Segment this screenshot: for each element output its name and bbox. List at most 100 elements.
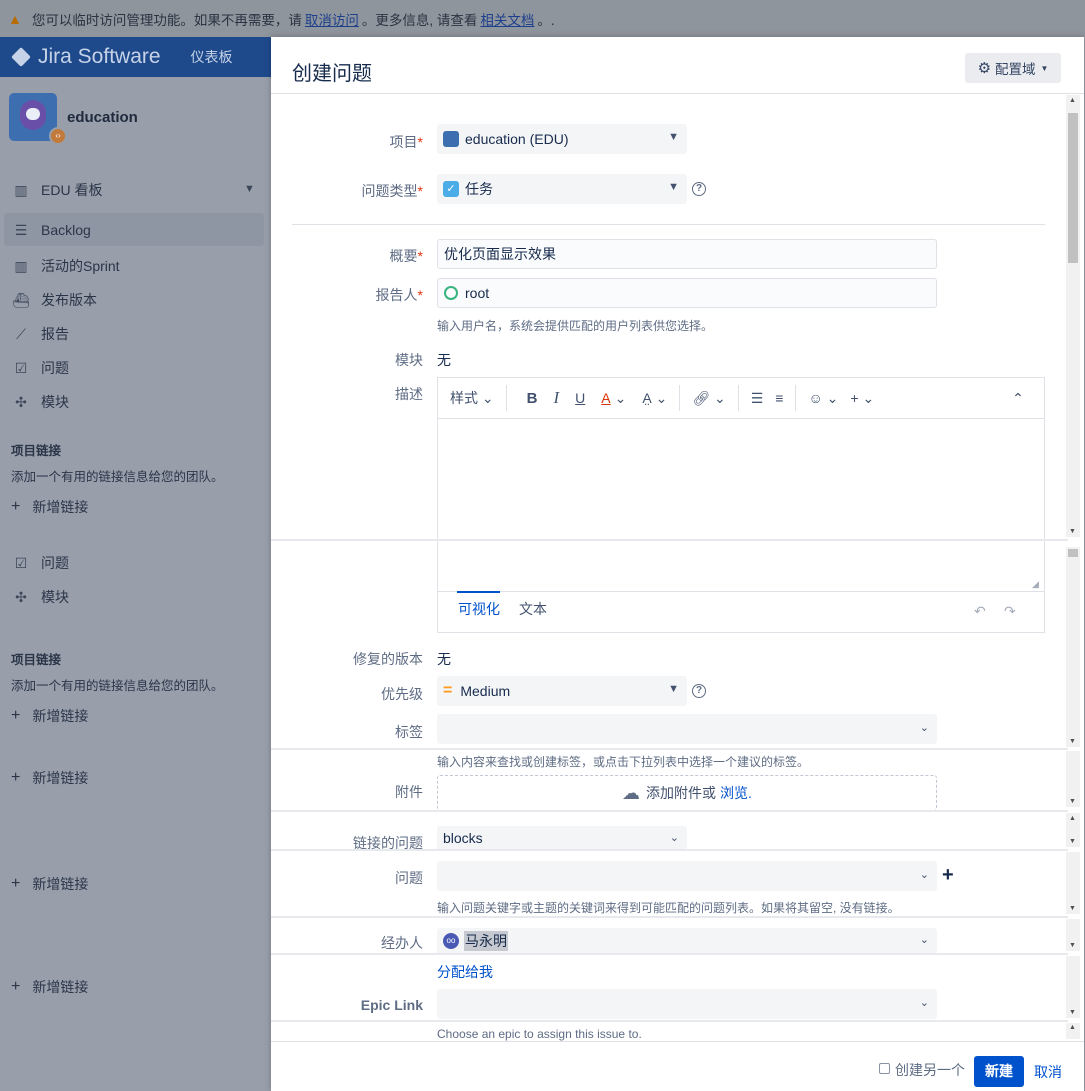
- issue-type-select[interactable]: ✓ 任务 ▼: [437, 174, 687, 204]
- task-checkbox-icon: ✓: [443, 181, 459, 197]
- add-link-button[interactable]: + 新增链接: [11, 768, 88, 788]
- scrollbar-thumb[interactable]: [1068, 549, 1078, 557]
- project-header[interactable]: ‹› education: [9, 93, 138, 145]
- add-link-button[interactable]: + 新增链接: [11, 977, 88, 997]
- scrollbar[interactable]: ▲: [1066, 1023, 1080, 1039]
- summary-input[interactable]: 优化页面显示效果: [437, 239, 937, 269]
- cancel-button[interactable]: 取消: [1034, 1062, 1062, 1082]
- sidebar-item-issues[interactable]: ☑ 问题: [12, 358, 69, 378]
- component-label: 模块: [395, 352, 423, 368]
- underline-button[interactable]: U: [575, 390, 585, 406]
- sidebar-item-label: EDU 看板: [41, 182, 103, 198]
- scroll-up-icon[interactable]: ▲: [1069, 97, 1076, 104]
- configure-fields-button[interactable]: ⚙ 配置域 ▼: [965, 53, 1061, 83]
- create-another-checkbox[interactable]: [879, 1063, 890, 1074]
- priority-select[interactable]: = Medium ▼: [437, 676, 687, 706]
- sidebar-item-components-dup[interactable]: ✣ 模块: [12, 587, 69, 607]
- scroll-up-icon[interactable]: ▲: [1069, 815, 1076, 822]
- sidebar-item-active-sprint[interactable]: ▥ 活动的Sprint: [12, 256, 119, 276]
- reporter-input[interactable]: root: [437, 278, 937, 308]
- scrollbar[interactable]: ▼: [1066, 751, 1080, 807]
- project-links-heading: 项目链接: [11, 653, 62, 667]
- bullet-list-icon[interactable]: ☰: [751, 390, 764, 407]
- insert-more-icon[interactable]: + ⌄: [850, 390, 874, 407]
- sidebar-item-components[interactable]: ✣ 模块: [12, 392, 69, 412]
- sidebar-item-board[interactable]: ▥ EDU 看板: [12, 180, 102, 200]
- scrollbar[interactable]: ▼: [1066, 852, 1080, 914]
- epic-link-select[interactable]: ⌄: [437, 989, 937, 1019]
- emoji-icon[interactable]: ☺ ⌄: [808, 390, 838, 407]
- redo-icon[interactable]: ↷: [1004, 603, 1016, 620]
- create-button[interactable]: 新建: [974, 1056, 1024, 1087]
- add-link-button[interactable]: + 新增链接: [11, 706, 88, 726]
- text-format-icon[interactable]: A̤ ⌄: [642, 390, 667, 407]
- sidebar-item-reports[interactable]: ⟋ 报告: [12, 324, 69, 344]
- scrollbar[interactable]: ▲ ▼: [1066, 95, 1080, 537]
- attachment-dropzone[interactable]: ☁ 添加附件或 浏览.: [437, 775, 937, 811]
- backlog-icon: ☰: [14, 222, 28, 238]
- help-icon[interactable]: ?: [692, 684, 706, 698]
- cancel-access-link[interactable]: 取消访问: [305, 9, 359, 29]
- undo-icon[interactable]: ↶: [974, 603, 986, 620]
- fix-version-value[interactable]: 无: [437, 649, 451, 669]
- docs-link[interactable]: 相关文档: [480, 9, 534, 29]
- issue-type-value: 任务: [465, 181, 493, 197]
- epic-link-hint: Choose an epic to assign this issue to.: [437, 1027, 642, 1041]
- scrollbar-thumb[interactable]: [1068, 113, 1078, 263]
- add-link-label: 新增链接: [32, 770, 89, 786]
- labels-select[interactable]: ⌄: [437, 714, 937, 744]
- upload-cloud-icon: ☁: [622, 782, 641, 803]
- scroll-down-icon[interactable]: ▼: [1069, 1009, 1076, 1016]
- bold-button[interactable]: B: [527, 390, 538, 407]
- tab-text[interactable]: 文本: [519, 599, 547, 619]
- project-select[interactable]: education (EDU) ▼: [437, 124, 687, 154]
- collapse-toolbar-icon[interactable]: ⌃: [1012, 390, 1024, 407]
- attachment-text: 添加附件或: [646, 785, 717, 801]
- fix-version-label: 修复的版本: [353, 651, 423, 667]
- scrollbar[interactable]: ▼: [1066, 547, 1080, 747]
- project-name: education: [67, 108, 138, 126]
- tab-visual[interactable]: 可视化: [458, 599, 500, 619]
- scrollbar[interactable]: ▼: [1066, 919, 1080, 951]
- numbered-list-icon[interactable]: ≡: [775, 390, 783, 406]
- sidebar-item-backlog[interactable]: ☰ Backlog: [12, 222, 91, 238]
- assignee-label: 经办人: [381, 935, 423, 951]
- style-dropdown[interactable]: 样式 ⌄: [450, 388, 494, 408]
- scroll-down-icon[interactable]: ▼: [1069, 528, 1076, 535]
- jira-logo[interactable]: Jira Software: [11, 45, 161, 69]
- add-link-button[interactable]: + 新增链接: [11, 497, 88, 517]
- issues-icon: ☑: [14, 360, 28, 376]
- scroll-down-icon[interactable]: ▼: [1069, 798, 1076, 805]
- scrollbar[interactable]: ▼: [1066, 956, 1080, 1018]
- description-label: 描述: [395, 386, 423, 402]
- sidebar-item-label: 问题: [41, 555, 69, 571]
- issue-select[interactable]: ⌄: [437, 861, 937, 891]
- add-issue-link-icon[interactable]: +: [942, 864, 954, 887]
- scroll-down-icon[interactable]: ▼: [1069, 738, 1076, 745]
- link-icon[interactable]: 🔗︎ ⌄: [692, 390, 725, 407]
- create-another-label[interactable]: 创建另一个: [895, 1060, 965, 1080]
- scroll-up-icon[interactable]: ▲: [1069, 1024, 1076, 1031]
- sidebar-item-label: 模块: [41, 394, 69, 410]
- resize-grip-icon[interactable]: ◢: [1032, 579, 1039, 590]
- assign-to-me-link[interactable]: 分配给我: [437, 962, 493, 982]
- component-value[interactable]: 无: [437, 350, 451, 370]
- scroll-down-icon[interactable]: ▼: [1069, 838, 1076, 845]
- add-link-button[interactable]: + 新增链接: [11, 874, 88, 894]
- text-color-button[interactable]: A: [601, 390, 610, 406]
- link-type-select[interactable]: blocks ⌄: [437, 826, 687, 850]
- dialog-title: 创建问题: [292, 63, 372, 85]
- dashboard-menu[interactable]: 仪表板: [191, 47, 233, 67]
- sidebar-item-issues-dup[interactable]: ☑ 问题: [12, 553, 69, 573]
- scroll-down-icon[interactable]: ▼: [1069, 942, 1076, 949]
- assignee-select[interactable]: oo 马永明 ⌄: [437, 928, 937, 954]
- chevron-down-icon[interactable]: ⌄: [615, 390, 627, 407]
- description-editor[interactable]: 样式 ⌄ B I U A ⌄ A̤ ⌄ 🔗︎ ⌄ ☰ ≡ ☺ ⌄ + ⌄ ⌃: [437, 377, 1045, 577]
- browse-link[interactable]: 浏览.: [720, 783, 752, 803]
- italic-button[interactable]: I: [553, 388, 559, 408]
- scrollbar[interactable]: ▲ ▼: [1066, 813, 1080, 847]
- sidebar-item-releases[interactable]: ⛴ 发布版本: [12, 290, 97, 310]
- scroll-down-icon[interactable]: ▼: [1069, 905, 1076, 912]
- help-icon[interactable]: ?: [692, 182, 706, 196]
- chevron-down-icon[interactable]: ▼: [244, 183, 255, 195]
